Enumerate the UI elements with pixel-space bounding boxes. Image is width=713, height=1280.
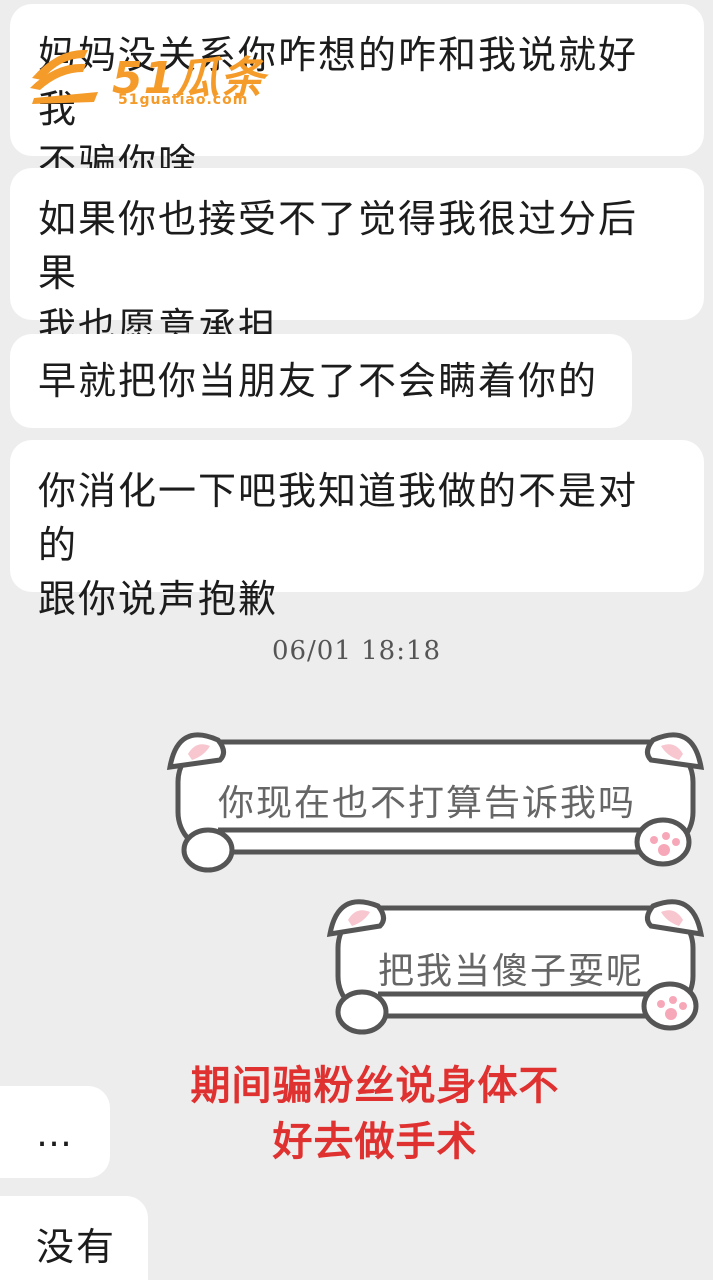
message-bubble-received[interactable]: 如果你也接受不了觉得我很过分后果 我也愿意承担 <box>10 168 704 349</box>
watermark-logo: 51瓜条 51guatiao.com <box>28 42 278 112</box>
message-text: 没有 <box>36 1225 117 1269</box>
message-text: 你消化一下吧我知道我做的不是对的 <box>38 469 639 567</box>
message-text: 早就把你当朋友了不会瞒着你的 <box>38 359 599 403</box>
message-bubble-received[interactable]: 没有 <box>0 1196 148 1280</box>
watermark-domain: 51guatiao.com <box>118 92 249 108</box>
message-text: … <box>36 1114 74 1155</box>
message-bubble-sent-cat[interactable]: 你现在也不打算告诉我吗 <box>158 712 713 880</box>
overlay-caption: 期间骗粉丝说身体不 好去做手术 <box>150 1058 600 1170</box>
message-bubble-received[interactable]: … <box>0 1086 110 1178</box>
message-text: 如果你也接受不了觉得我很过分后果 <box>38 197 639 295</box>
message-bubble-sent-cat[interactable]: 把我当傻子耍呢 <box>318 882 713 1042</box>
message-bubble-received[interactable]: 你消化一下吧我知道我做的不是对的 跟你说声抱歉 <box>10 440 704 621</box>
message-timestamp: 06/01 18:18 <box>271 636 442 666</box>
message-text: 你现在也不打算告诉我吗 <box>218 783 637 824</box>
message-text: 把我当傻子耍呢 <box>378 951 645 992</box>
message-bubble-received[interactable]: 早就把你当朋友了不会瞒着你的 <box>10 334 632 428</box>
caption-line: 好去做手术 <box>272 1119 478 1165</box>
fan-logo-icon <box>30 49 98 104</box>
message-text: 跟你说声抱歉 <box>38 577 279 621</box>
caption-line: 期间骗粉丝说身体不 <box>190 1063 560 1109</box>
